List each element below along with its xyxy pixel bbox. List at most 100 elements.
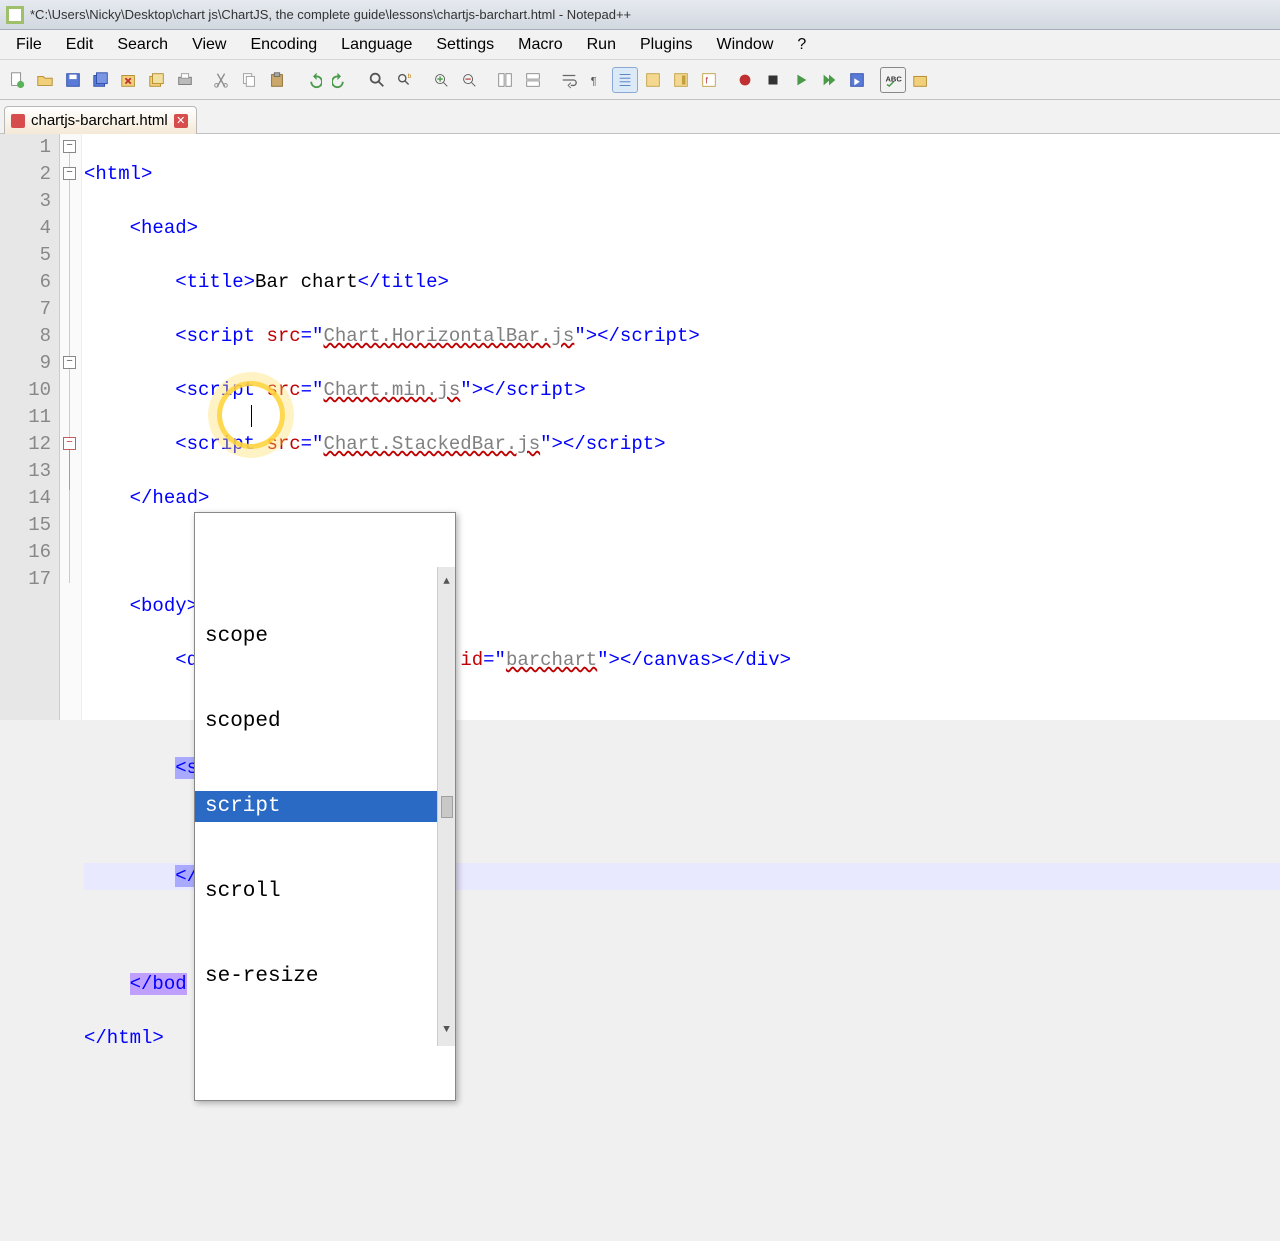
print-button[interactable] xyxy=(172,67,198,93)
editor[interactable]: 1 2 3 4 5 6 7 8 9 10 11 12 13 14 15 16 1… xyxy=(0,134,1280,720)
sync-h-button[interactable] xyxy=(520,67,546,93)
close-all-button[interactable] xyxy=(144,67,170,93)
text-caret xyxy=(251,405,252,427)
line-number: 15 xyxy=(0,512,51,539)
code-text: src xyxy=(266,325,300,347)
autocomplete-popup[interactable]: scope scoped script scroll se-resize ▲ ▼ xyxy=(194,512,456,1101)
menu-search[interactable]: Search xyxy=(105,32,180,58)
tab-close-button[interactable]: ✕ xyxy=(174,114,188,128)
scroll-down-icon[interactable]: ▼ xyxy=(443,1017,450,1044)
code-text: <html> xyxy=(84,163,152,185)
fold-toggle[interactable]: − xyxy=(63,437,76,450)
play-multi-button[interactable] xyxy=(816,67,842,93)
menu-macro[interactable]: Macro xyxy=(506,32,574,58)
find-button[interactable] xyxy=(364,67,390,93)
code-text: </html> xyxy=(84,1027,164,1049)
code-text: </head> xyxy=(130,487,210,509)
doc-map-button[interactable] xyxy=(668,67,694,93)
line-number: 5 xyxy=(0,242,51,269)
autocomplete-item-selected[interactable]: script xyxy=(195,791,437,822)
fold-toggle[interactable]: − xyxy=(63,140,76,153)
user-lang-button[interactable] xyxy=(640,67,666,93)
menu-plugins[interactable]: Plugins xyxy=(628,32,704,58)
zoom-out-button[interactable] xyxy=(456,67,482,93)
autocomplete-item[interactable]: scope xyxy=(195,621,437,652)
code-text: <script xyxy=(175,325,266,347)
line-number: 11 xyxy=(0,404,51,431)
copy-button[interactable] xyxy=(236,67,262,93)
zoom-in-button[interactable] xyxy=(428,67,454,93)
svg-text:b: b xyxy=(408,73,412,80)
line-number: 8 xyxy=(0,323,51,350)
line-number: 4 xyxy=(0,215,51,242)
menu-settings[interactable]: Settings xyxy=(424,32,506,58)
code-text: "> xyxy=(540,433,563,455)
line-number: 13 xyxy=(0,458,51,485)
menu-run[interactable]: Run xyxy=(575,32,628,58)
code-text: src xyxy=(266,433,300,455)
save-macro-button[interactable] xyxy=(844,67,870,93)
line-number: 6 xyxy=(0,269,51,296)
code-text: =" xyxy=(483,649,506,671)
redo-button[interactable] xyxy=(328,67,354,93)
fold-toggle[interactable]: − xyxy=(63,167,76,180)
title-bar: *C:\Users\Nicky\Desktop\chart js\ChartJS… xyxy=(0,0,1280,30)
menu-window[interactable]: Window xyxy=(704,32,785,58)
svg-text:¶: ¶ xyxy=(591,75,597,87)
stop-macro-button[interactable] xyxy=(760,67,786,93)
menu-help[interactable]: ? xyxy=(785,32,818,58)
indent-guide-button[interactable] xyxy=(612,67,638,93)
menu-file[interactable]: File xyxy=(4,32,54,58)
line-number: 7 xyxy=(0,296,51,323)
scroll-up-icon[interactable]: ▲ xyxy=(443,569,450,596)
fold-toggle[interactable]: − xyxy=(63,356,76,369)
spellcheck-button[interactable]: ABC xyxy=(880,67,906,93)
autocomplete-item[interactable]: se-resize xyxy=(195,961,437,992)
cut-button[interactable] xyxy=(208,67,234,93)
file-tab[interactable]: chartjs-barchart.html ✕ xyxy=(4,106,197,134)
code-text: "> xyxy=(574,325,597,347)
code-text: =" xyxy=(301,433,324,455)
autocomplete-item[interactable]: scroll xyxy=(195,876,437,907)
code-text: <head> xyxy=(130,217,198,239)
show-all-chars-button[interactable]: ¶ xyxy=(584,67,610,93)
code-text: Chart.min.js xyxy=(323,379,460,401)
function-list-button[interactable]: f xyxy=(696,67,722,93)
code-text: <body> xyxy=(130,595,198,617)
code-text: </script> xyxy=(563,433,666,455)
line-number: 9 xyxy=(0,350,51,377)
code-text: id xyxy=(460,649,483,671)
line-number: 16 xyxy=(0,539,51,566)
paste-button[interactable] xyxy=(264,67,290,93)
code-text: "> xyxy=(460,379,483,401)
fold-column: − − − − xyxy=(60,134,82,720)
new-file-button[interactable] xyxy=(4,67,30,93)
undo-button[interactable] xyxy=(300,67,326,93)
wordwrap-button[interactable] xyxy=(556,67,582,93)
code-text: </bod xyxy=(130,973,187,995)
open-file-button[interactable] xyxy=(32,67,58,93)
record-macro-button[interactable] xyxy=(732,67,758,93)
code-text: </canvas></div> xyxy=(620,649,791,671)
code-text: </title> xyxy=(358,271,449,293)
save-all-button[interactable] xyxy=(88,67,114,93)
close-button[interactable] xyxy=(116,67,142,93)
code-area[interactable]: <html> <head> <title>Bar chart</title> <… xyxy=(82,134,1280,720)
code-text: </script> xyxy=(483,379,586,401)
line-number: 12 xyxy=(0,431,51,458)
line-number: 2 xyxy=(0,161,51,188)
menu-encoding[interactable]: Encoding xyxy=(238,32,329,58)
play-macro-button[interactable] xyxy=(788,67,814,93)
menu-view[interactable]: View xyxy=(180,32,238,58)
autocomplete-scrollbar[interactable]: ▲ ▼ xyxy=(437,567,455,1046)
toolbar-extra-button[interactable] xyxy=(908,67,934,93)
replace-button[interactable]: b xyxy=(392,67,418,93)
sync-v-button[interactable] xyxy=(492,67,518,93)
scroll-thumb[interactable] xyxy=(441,796,453,818)
autocomplete-item[interactable]: scoped xyxy=(195,706,437,737)
menu-language[interactable]: Language xyxy=(329,32,424,58)
code-text: src xyxy=(266,379,300,401)
save-button[interactable] xyxy=(60,67,86,93)
line-number: 14 xyxy=(0,485,51,512)
menu-edit[interactable]: Edit xyxy=(54,32,106,58)
